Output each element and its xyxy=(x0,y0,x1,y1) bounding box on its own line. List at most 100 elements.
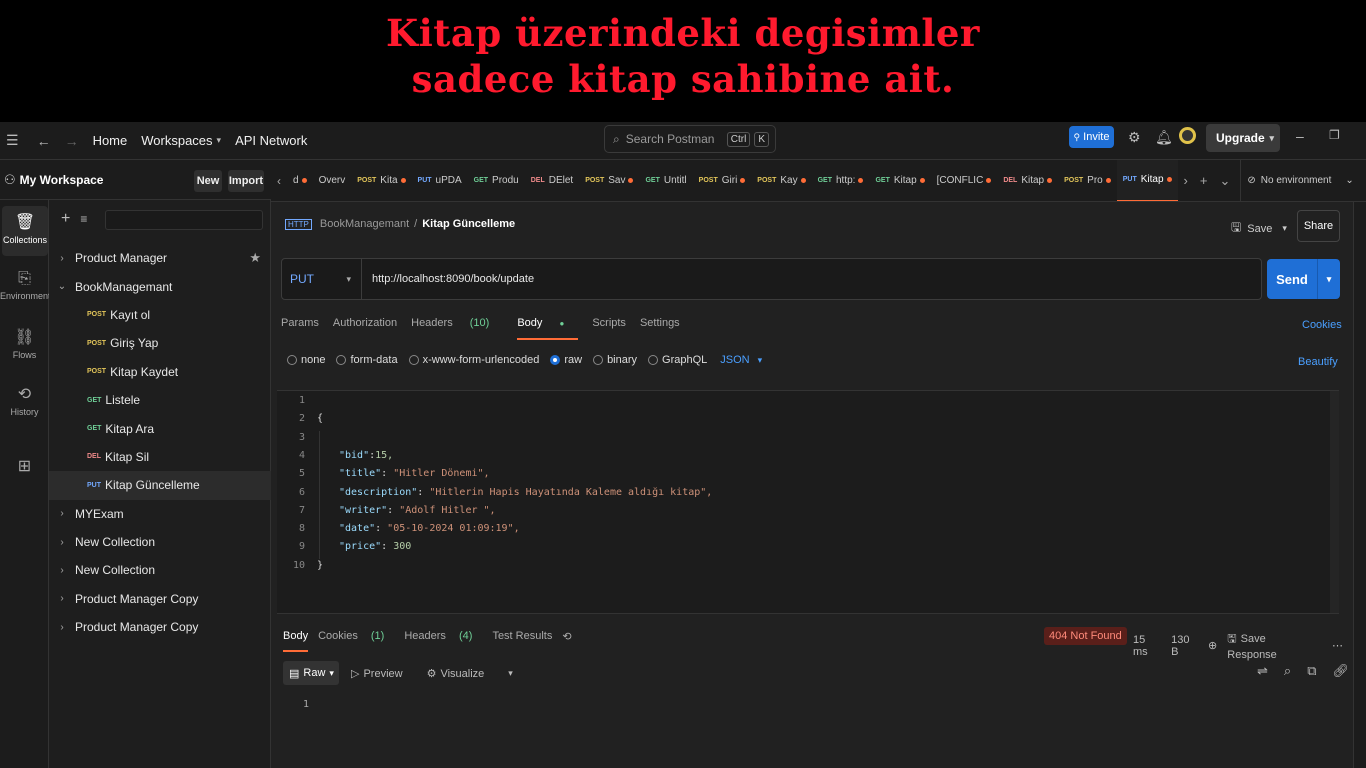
search-icon[interactable]: ⌕ xyxy=(1284,663,1291,679)
wrap-lines-icon[interactable]: ⇌ xyxy=(1257,663,1268,679)
send-button[interactable]: Send ▾ xyxy=(1267,259,1340,299)
request-tab[interactable]: GET Kitap xyxy=(869,160,930,201)
chevron-down-icon[interactable]: ▾ xyxy=(217,135,222,146)
gear-icon[interactable]: ⚙ xyxy=(1128,129,1141,146)
bell-icon[interactable]: 🔔︎ xyxy=(1155,129,1173,146)
globe-icon[interactable]: ⊕ xyxy=(1208,639,1217,652)
request-tab[interactable]: GET Untitl xyxy=(639,160,692,201)
raw-format-select[interactable]: ▤ Raw ▾ xyxy=(283,661,339,685)
environment-select[interactable]: ⊘ No environment ⌄ xyxy=(1240,160,1359,201)
request-tab[interactable]: POST Sav xyxy=(579,160,639,201)
collection-item[interactable]: › Product Manager ★ xyxy=(49,244,271,272)
request-item[interactable]: POST Kayıt ol xyxy=(49,301,271,329)
response-tab-headers[interactable]: Headers (4) xyxy=(404,630,482,652)
tab-settings[interactable]: Settings xyxy=(640,317,680,340)
body-type-graphql[interactable]: GraphQL xyxy=(648,354,707,366)
request-tab[interactable]: [CONFLIC xyxy=(931,160,998,201)
collection-item[interactable]: › MYExam xyxy=(49,500,271,528)
request-tab[interactable]: Overv xyxy=(313,160,352,201)
request-tab[interactable]: GET Produ xyxy=(468,160,525,201)
tab-authorization[interactable]: Authorization xyxy=(333,317,397,340)
page-title[interactable]: Kitap Güncelleme xyxy=(422,218,515,230)
upgrade-button[interactable]: Upgrade ▾ xyxy=(1206,124,1280,152)
rail-flows[interactable]: ⛓︎ Flows xyxy=(0,321,49,371)
collection-item[interactable]: › Product Manager Copy xyxy=(49,613,271,641)
save-response-button[interactable]: 🖫 Save Response xyxy=(1227,630,1322,661)
back-arrow-icon[interactable]: ← xyxy=(37,133,51,149)
collection-item[interactable]: › Product Manager Copy xyxy=(49,585,271,613)
request-item[interactable]: GET Kitap Ara xyxy=(49,414,271,442)
nav-workspaces[interactable]: Workspaces xyxy=(141,133,212,148)
request-item[interactable]: POST Kitap Kaydet xyxy=(49,358,271,386)
chevron-down-icon[interactable]: ⌄ xyxy=(1213,160,1236,201)
chevron-right-icon[interactable]: › xyxy=(49,593,75,604)
url-input[interactable]: http://localhost:8090/book/update xyxy=(372,273,534,285)
nav-api-network[interactable]: API Network xyxy=(235,133,307,148)
invite-button[interactable]: ⚲ Invite xyxy=(1069,126,1114,148)
maximize-icon[interactable]: ❐ xyxy=(1329,128,1340,142)
response-tab-test-results[interactable]: Test Results xyxy=(492,630,552,652)
save-button[interactable]: 🖫 Save ▾ xyxy=(1231,218,1287,239)
request-tab[interactable]: POST Pro xyxy=(1058,160,1117,201)
collection-item[interactable]: › New Collection xyxy=(49,556,271,584)
import-button[interactable]: Import xyxy=(228,170,264,192)
visualize-button[interactable]: ⚙ Visualize xyxy=(427,667,497,680)
filter-icon[interactable]: ≡ xyxy=(80,212,87,226)
rail-history[interactable]: ⟲ History xyxy=(0,378,49,428)
copy-icon[interactable]: ⧉ xyxy=(1307,663,1316,679)
response-tab-cookies[interactable]: Cookies (1) xyxy=(318,630,394,652)
body-type-raw[interactable]: raw xyxy=(550,354,582,366)
tab-headers[interactable]: Headers (10) xyxy=(411,317,503,340)
tab-body[interactable]: Body ● xyxy=(517,317,579,340)
request-item[interactable]: POST Giriş Yap xyxy=(49,329,271,357)
body-type-none[interactable]: none xyxy=(287,354,325,366)
tabs-scroll-left-icon[interactable]: ‹ xyxy=(271,160,287,201)
tab-params[interactable]: Params xyxy=(281,317,319,340)
new-button[interactable]: New xyxy=(194,170,222,192)
method-select[interactable]: PUT ▾ xyxy=(282,259,362,299)
share-button[interactable]: Share xyxy=(1297,210,1340,242)
request-tab[interactable]: PUT uPDA xyxy=(412,160,468,201)
filter-input[interactable] xyxy=(105,210,263,230)
chevron-down-icon[interactable]: ⌄ xyxy=(49,281,75,292)
request-tab[interactable]: POST Kita xyxy=(351,160,411,201)
body-type-urlencoded[interactable]: x-www-form-urlencoded xyxy=(408,354,539,366)
tab-scripts[interactable]: Scripts xyxy=(592,317,626,340)
nav-home[interactable]: Home xyxy=(93,133,128,148)
chevron-right-icon[interactable]: › xyxy=(49,622,75,633)
new-tab-plus-icon[interactable]: + xyxy=(1194,160,1214,201)
search-input[interactable]: ⌕ Search Postman Ctrl K xyxy=(604,125,776,153)
star-icon[interactable]: ★ xyxy=(249,250,261,266)
link-icon[interactable]: 🔗︎ xyxy=(1332,663,1349,679)
chevron-down-icon[interactable]: ▾ xyxy=(508,668,513,679)
cookies-link[interactable]: Cookies xyxy=(1302,319,1342,331)
request-tab[interactable]: d xyxy=(287,160,313,201)
editor-scrollbar[interactable] xyxy=(1330,391,1339,613)
chevron-down-icon[interactable]: ▾ xyxy=(1269,133,1274,144)
response-tab-body[interactable]: Body xyxy=(283,630,309,652)
request-tab[interactable]: POST Giri xyxy=(693,160,752,201)
more-options-icon[interactable]: ⋯ xyxy=(1332,639,1343,652)
request-tab[interactable]: PUT Kitap xyxy=(1116,160,1178,201)
rail-configure[interactable]: ⊞ xyxy=(0,450,49,500)
request-tab[interactable]: DEL Kitap xyxy=(997,160,1058,201)
breadcrumb-collection[interactable]: BookManagemant xyxy=(320,218,409,230)
chevron-down-icon[interactable]: ▾ xyxy=(1282,223,1287,234)
chevron-right-icon[interactable]: › xyxy=(49,508,75,519)
avatar[interactable] xyxy=(1179,127,1196,144)
chevron-down-icon[interactable]: ▾ xyxy=(1317,259,1340,299)
body-type-binary[interactable]: binary xyxy=(593,354,637,366)
preview-button[interactable]: ▷ Preview xyxy=(351,667,415,680)
forward-arrow-icon[interactable]: → xyxy=(65,133,79,149)
rail-collections[interactable]: 🗑︎ Collections xyxy=(2,206,48,256)
minimize-icon[interactable]: – xyxy=(1296,128,1304,144)
beautify-link[interactable]: Beautify xyxy=(1298,356,1338,368)
collection-item[interactable]: › New Collection xyxy=(49,528,271,556)
collection-item[interactable]: ⌄ BookManagemant xyxy=(49,272,271,300)
chevron-right-icon[interactable]: › xyxy=(49,537,75,548)
history-icon[interactable]: ⟲ xyxy=(562,630,571,652)
body-editor[interactable]: 1 2{3 4 "bid":15, 5 "title": "Hitler Dönemi",… xyxy=(277,390,1339,614)
request-item[interactable]: GET Listele xyxy=(49,386,271,414)
request-tab[interactable]: POST Kay xyxy=(751,160,811,201)
body-type-form-data[interactable]: form-data xyxy=(336,354,398,366)
